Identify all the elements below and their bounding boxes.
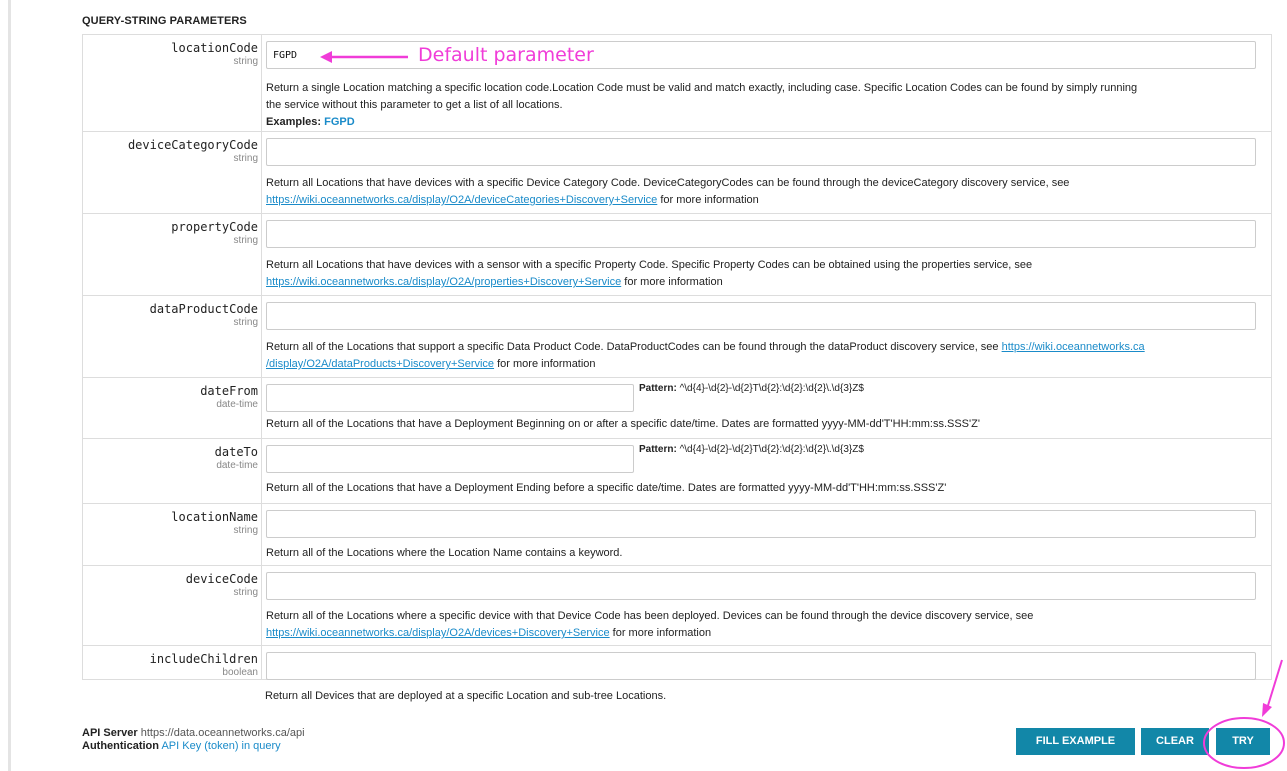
param-type: string [233, 235, 258, 246]
annotation-arrow-icon [320, 51, 408, 63]
pattern-text: Pattern: ^\d{4}-\d{2}-\d{2}T\d{2}:\d{2}:… [639, 444, 864, 455]
param-description: Return all Locations that have devices w… [266, 177, 1070, 206]
param-name: propertyCode [171, 220, 258, 234]
param-name: includeChildren [149, 652, 258, 666]
includeChildren-description: Return all Devices that are deployed at … [265, 690, 667, 702]
param-description: Return all of the Locations that have a … [266, 418, 980, 430]
section-title: QUERY-STRING PARAMETERS [82, 15, 247, 27]
api-server-url: https://data.oceannetworks.ca/api [140, 727, 305, 739]
param-description: Return all of the Locations that support… [266, 341, 1145, 370]
doc-link[interactable]: https://wiki.oceannetworks.ca/display/O2… [266, 276, 621, 288]
clear-button[interactable]: CLEAR [1141, 728, 1209, 755]
dateTo-input[interactable] [266, 445, 634, 473]
param-name: deviceCode [185, 572, 258, 586]
example-value-link[interactable]: FGPD [324, 116, 355, 128]
pattern-text: Pattern: ^\d{4}-\d{2}-\d{2}T\d{2}:\d{2}:… [639, 383, 864, 394]
locationCode-input[interactable] [266, 41, 1256, 69]
examples: Examples: FGPD [266, 116, 355, 128]
locationName-input[interactable] [266, 510, 1256, 538]
param-type: string [233, 317, 258, 328]
propertyCode-input[interactable] [266, 220, 1256, 248]
param-type: date-time [216, 399, 258, 410]
parameters-table: locationCode string Return a single Loca… [82, 34, 1272, 680]
dateFrom-input[interactable] [266, 384, 634, 412]
param-row-dateFrom: dateFrom date-time Pattern: ^\d{4}-\d{2}… [83, 377, 1271, 438]
authentication-line: Authentication API Key (token) in query [82, 740, 281, 752]
param-name: dateTo [214, 445, 258, 459]
param-description: Return all of the Locations that have a … [266, 482, 947, 494]
param-type: string [233, 587, 258, 598]
param-row-deviceCode: deviceCode string Return all of the Loca… [83, 565, 1271, 645]
param-name: locationCode [171, 41, 258, 55]
dataProductCode-input[interactable] [266, 302, 1256, 330]
param-row-dateTo: dateTo date-time Pattern: ^\d{4}-\d{2}-\… [83, 438, 1271, 503]
param-type: boolean [222, 667, 258, 678]
param-row-includeChildren: includeChildren boolean [83, 645, 1271, 680]
param-type: date-time [216, 460, 258, 471]
param-type: string [233, 56, 258, 67]
param-description: Return a single Location matching a spec… [266, 80, 1266, 131]
param-row-locationCode: locationCode string Return a single Loca… [83, 35, 1271, 131]
includeChildren-input[interactable] [266, 652, 1256, 680]
api-server-line: API Server https://data.oceannetworks.ca… [82, 727, 305, 739]
param-name: dateFrom [200, 384, 258, 398]
authentication-link[interactable]: API Key (token) in query [161, 740, 280, 752]
deviceCategoryCode-input[interactable] [266, 138, 1256, 166]
doc-link[interactable]: https://wiki.oceannetworks.ca/display/O2… [266, 194, 657, 206]
param-row-propertyCode: propertyCode string Return all Locations… [83, 213, 1271, 295]
param-row-dataProductCode: dataProductCode string Return all of the… [83, 295, 1271, 377]
param-type: string [233, 525, 258, 536]
deviceCode-input[interactable] [266, 572, 1256, 600]
fill-example-button[interactable]: FILL EXAMPLE [1016, 728, 1135, 755]
param-type: string [233, 153, 258, 164]
try-highlight-annotation-icon [1203, 659, 1285, 769]
param-name: deviceCategoryCode [127, 138, 258, 152]
param-row-deviceCategoryCode: deviceCategoryCode string Return all Loc… [83, 131, 1271, 213]
left-border [8, 0, 11, 771]
param-name: locationName [171, 510, 258, 524]
param-name: dataProductCode [149, 302, 258, 316]
doc-link-continued[interactable]: /display/O2A/dataProducts+Discovery+Serv… [266, 358, 494, 370]
default-parameter-annotation: Default parameter [418, 44, 594, 66]
param-description: Return all Locations that have devices w… [266, 259, 1033, 288]
param-description: Return all of the Locations where the Lo… [266, 547, 623, 559]
param-row-locationName: locationName string Return all of the Lo… [83, 503, 1271, 565]
doc-link[interactable]: https://wiki.oceannetworks.ca/display/O2… [266, 627, 610, 639]
param-description: Return all of the Locations where a spec… [266, 610, 1034, 639]
doc-link[interactable]: https://wiki.oceannetworks.ca [1002, 341, 1145, 353]
